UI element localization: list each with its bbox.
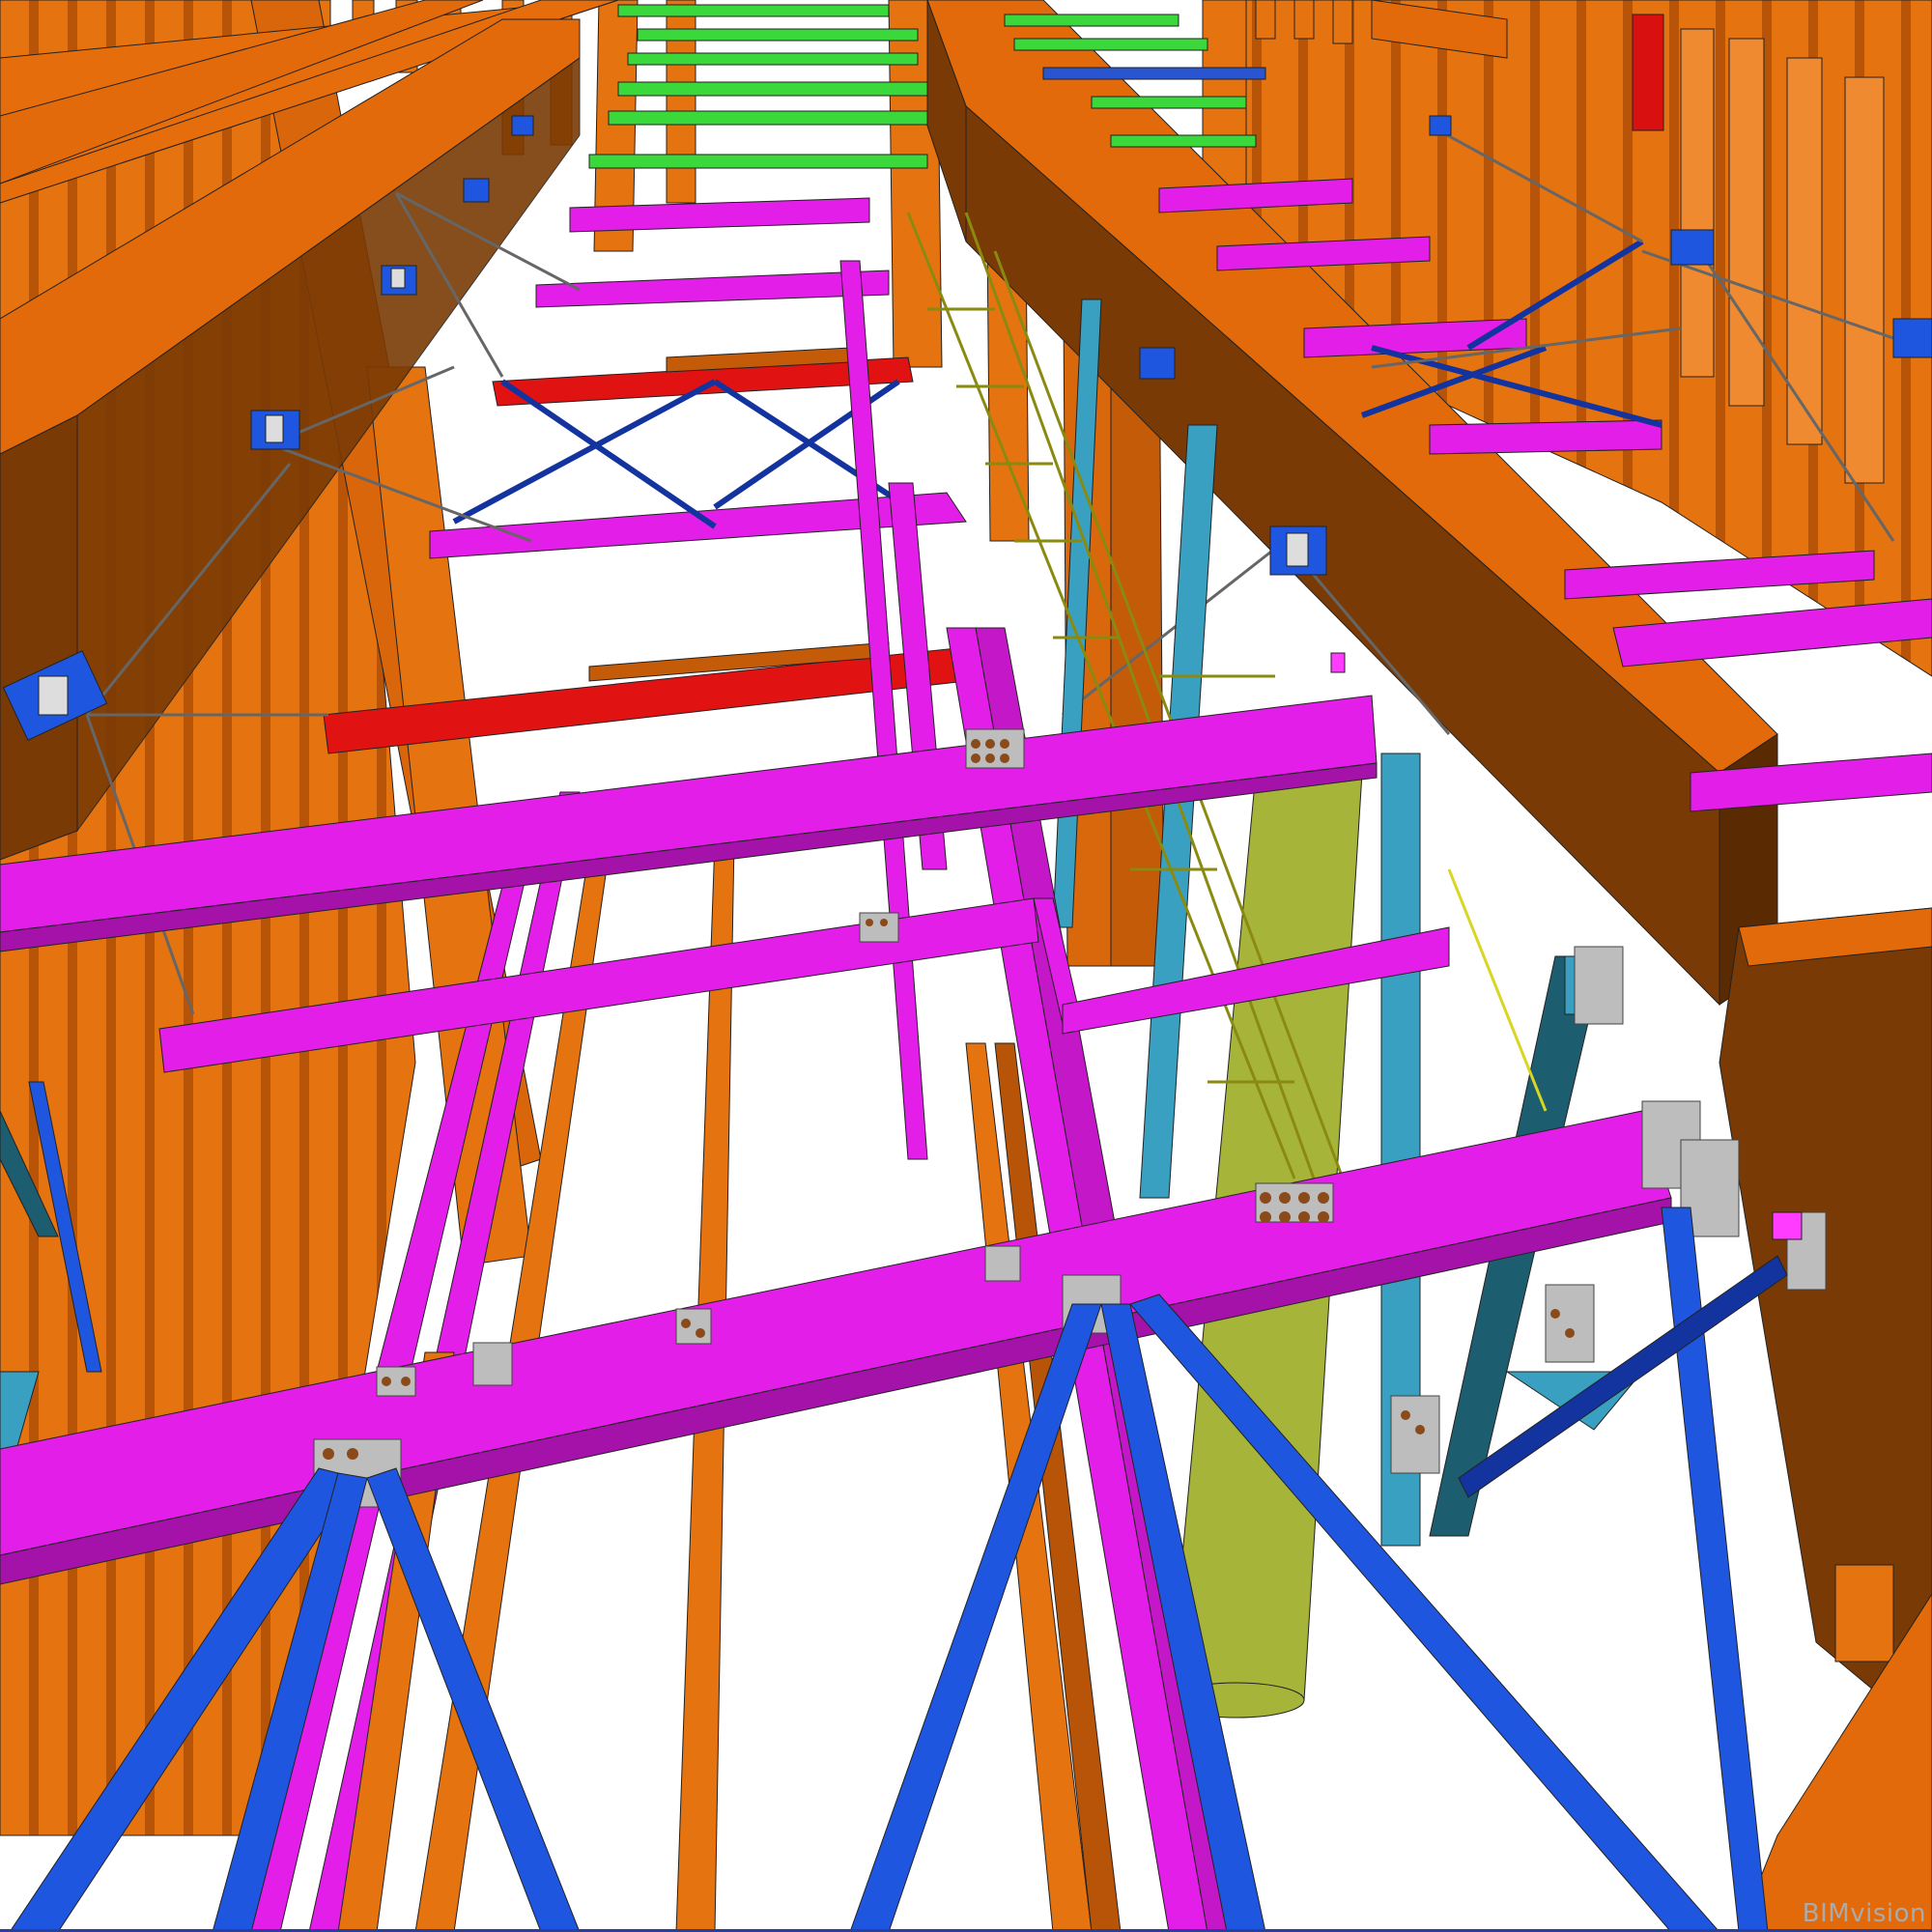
bracket-4[interactable] — [463, 178, 490, 203]
bracket-5[interactable] — [511, 115, 534, 136]
bimvision-watermark: BIMvision — [1802, 1899, 1926, 1928]
bracket-6[interactable] — [1269, 526, 1327, 576]
bracket-2[interactable] — [250, 410, 300, 450]
bracket-10[interactable] — [1429, 115, 1452, 136]
bracket-3[interactable] — [381, 265, 417, 296]
bracket-9[interactable] — [1892, 318, 1932, 358]
bracket-8[interactable] — [1670, 229, 1715, 266]
bracket-7[interactable] — [1139, 347, 1176, 380]
3d-model-viewport[interactable]: BIMvision — [0, 0, 1932, 1932]
red-pile[interactable] — [1632, 14, 1664, 131]
